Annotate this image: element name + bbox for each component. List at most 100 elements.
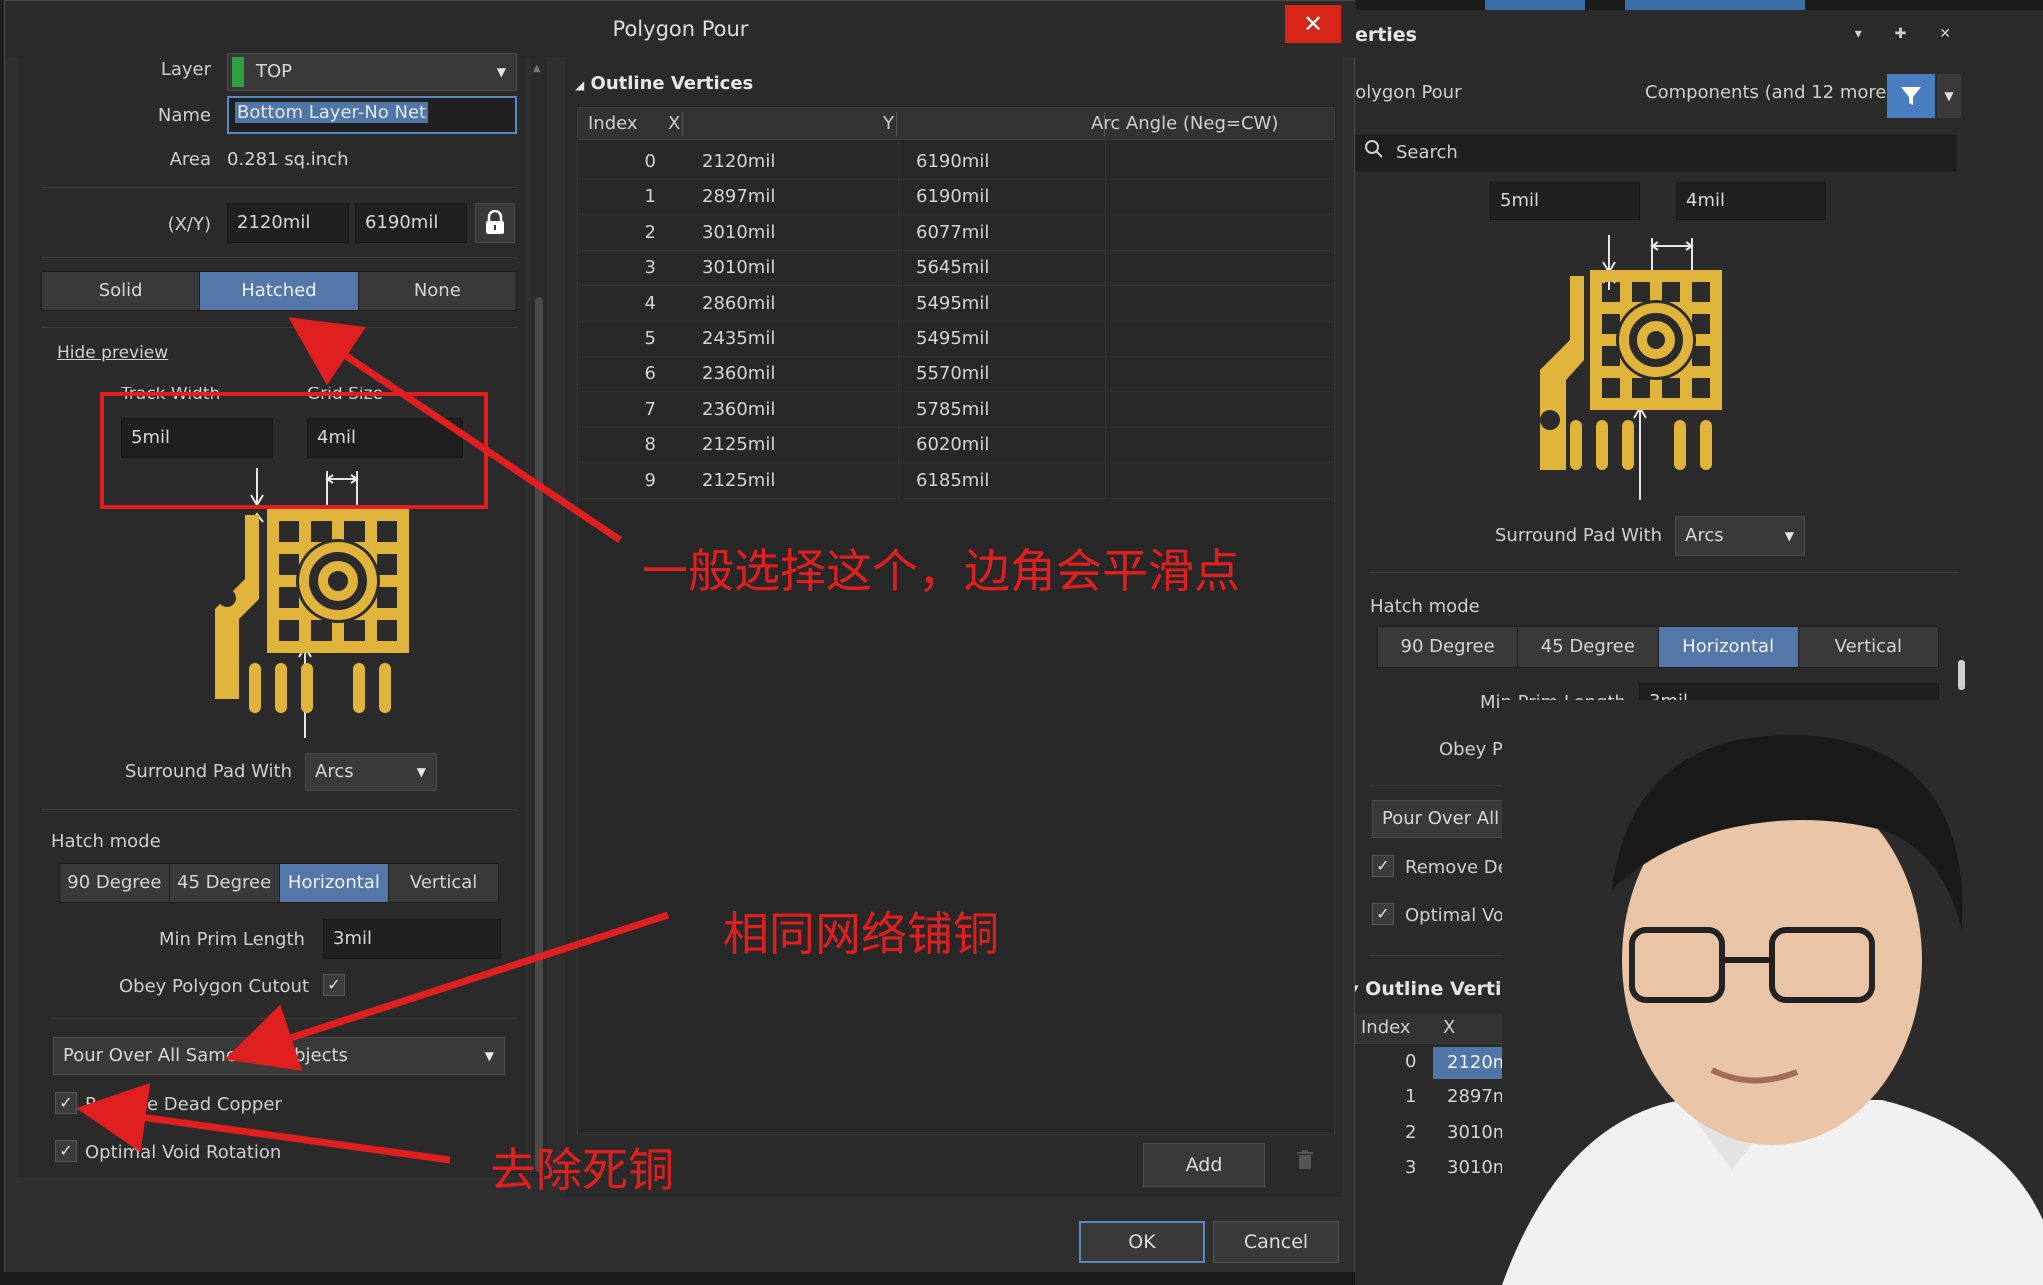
table-row[interactable]: 0 2120mil 6190mil (578, 144, 1334, 180)
layer-color-swatch (232, 57, 244, 87)
area-label: Area (169, 149, 211, 170)
cell-y: 6077mil (916, 221, 990, 243)
cancel-button[interactable]: Cancel (1213, 1221, 1339, 1263)
cell-y: 6185mil (916, 469, 990, 491)
cell-index: 4 (644, 292, 656, 314)
name-input[interactable]: Bottom Layer-No Net (227, 96, 517, 134)
hatch-mode-group: 90 Degree 45 Degree Horizontal Vertical (1377, 626, 1939, 668)
name-value: Bottom Layer-No Net (235, 102, 429, 123)
surround-label: Surround Pad With (1495, 525, 1662, 546)
cell-x: 3010mil (702, 221, 776, 243)
cell-x: 3010mil (702, 257, 776, 279)
hatch-45-degree[interactable]: 45 Degree (170, 864, 280, 902)
cell-y: 6190mil (916, 186, 990, 208)
y-input[interactable]: 6190mil (355, 203, 467, 243)
cell-y: 5570mil (916, 363, 990, 385)
fill-solid-button[interactable]: Solid (42, 272, 201, 310)
search-placeholder: Search (1396, 142, 1458, 163)
collapse-icon[interactable]: ◢ (575, 78, 584, 92)
scrollbar-thumb[interactable] (535, 297, 543, 1172)
layer-value: TOP (256, 61, 293, 82)
table-row[interactable]: 8 2125mil 6020mil (578, 427, 1334, 464)
topbar-button[interactable] (1485, 0, 1585, 10)
hatch-horizontal[interactable]: Horizontal (279, 864, 390, 902)
fill-none-button[interactable]: None (359, 272, 516, 310)
cell-x: 2360mil (702, 398, 776, 420)
add-vertex-button[interactable]: Add (1143, 1143, 1265, 1187)
ok-button[interactable]: OK (1079, 1221, 1205, 1263)
hatch-horizontal[interactable]: Horizontal (1658, 627, 1799, 667)
pour-over-value: Pour Over All Same Net Objects (63, 1045, 348, 1066)
hatch-vertical[interactable]: Vertical (1799, 627, 1938, 667)
hatch-90-degree[interactable]: 90 Degree (1378, 627, 1519, 667)
hatch-mode-label: Hatch mode (51, 831, 161, 852)
layer-dropdown[interactable]: TOP ▼ (227, 53, 517, 91)
hatch-vertical[interactable]: Vertical (389, 864, 498, 902)
divider (41, 257, 517, 258)
optimal-void-label: Optimal Void Rotation (85, 1142, 282, 1163)
cell-y: 5645mil (916, 257, 990, 279)
table-row[interactable]: 9 2125mil 6185mil (578, 463, 1334, 499)
scroll-up-icon[interactable]: ▲ (533, 63, 541, 74)
divider (51, 1018, 517, 1019)
cell-index: 7 (644, 398, 656, 420)
surround-value: Arcs (1685, 525, 1724, 546)
cell-index: 6 (644, 363, 656, 385)
optimal-void-checkbox[interactable]: ✓ (55, 1140, 77, 1162)
obey-cutout-checkbox[interactable]: ✓ (323, 974, 345, 996)
chevron-down-icon: ▼ (496, 65, 506, 79)
optimal-void-checkbox[interactable]: ✓ (1372, 903, 1394, 925)
delete-vertex-icon[interactable] (1283, 1143, 1327, 1187)
cell-x: 2897mil (702, 186, 776, 208)
topbar-button[interactable] (1625, 0, 1805, 10)
hatch-45-degree[interactable]: 45 Degree (1518, 627, 1659, 667)
surround-label: Surround Pad With (125, 761, 292, 782)
min-prim-input[interactable]: 3mil (323, 919, 501, 959)
table-row[interactable]: 5 2435mil 5495mil (578, 321, 1334, 357)
close-button[interactable]: ✕ (1285, 5, 1341, 43)
hatch-mode-label: Hatch mode (1370, 596, 1480, 617)
grid-size-input[interactable]: 4mil (1676, 182, 1826, 220)
hatch-preview-image (1540, 235, 1722, 500)
panel-controls-icon[interactable]: ▾ ✚ ✕ (1855, 26, 1965, 42)
dialog-title: Polygon Pour (5, 1, 1356, 57)
cell-y: 6190mil (916, 151, 990, 172)
remove-dead-copper-checkbox[interactable]: ✓ (1372, 855, 1394, 877)
divider (41, 327, 517, 328)
filter-dropdown-icon[interactable]: ▼ (1937, 74, 1961, 118)
hide-preview-link[interactable]: Hide preview (57, 343, 168, 363)
cell-index: 9 (644, 469, 656, 491)
chevron-down-icon: ▼ (1784, 529, 1794, 543)
hatch-90-degree[interactable]: 90 Degree (60, 864, 170, 902)
divider (1369, 572, 1959, 573)
table-row[interactable]: 3 3010mil 5645mil (578, 250, 1334, 287)
panel-scrollbar[interactable] (1955, 185, 1967, 690)
surround-dropdown[interactable]: Arcs ▼ (1675, 516, 1805, 556)
col-y: Y (883, 113, 894, 134)
pour-over-dropdown[interactable]: Pour Over All Same Net Objects ▼ (53, 1037, 505, 1075)
filter-summary: Components (and 12 more) (1645, 82, 1894, 103)
hatch-mode-group: 90 Degree 45 Degree Horizontal Vertical (59, 863, 499, 903)
divider (41, 809, 517, 810)
filter-icon[interactable] (1887, 74, 1935, 118)
lock-icon[interactable] (475, 203, 515, 243)
search-box[interactable]: Search (1355, 134, 1957, 172)
remove-dead-copper-checkbox[interactable]: ✓ (55, 1092, 77, 1114)
col-x: X (1443, 1017, 1456, 1038)
table-row[interactable]: 7 2360mil 5785mil (578, 392, 1334, 428)
table-row[interactable]: 4 2860mil 5495mil (578, 286, 1334, 322)
table-row[interactable]: 2 3010mil 6077mil (578, 215, 1334, 251)
vertices-rows: 0 2120mil 6190mil 1 2897mil 6190mil 2 3010mil 60… (578, 144, 1334, 504)
table-row[interactable]: 6 2360mil 5570mil (578, 356, 1334, 393)
x-input[interactable]: 2120mil (227, 203, 349, 243)
track-width-input[interactable]: 5mil (1490, 182, 1640, 220)
fill-hatched-button[interactable]: Hatched (200, 272, 359, 310)
surround-dropdown[interactable]: Arcs ▼ (305, 753, 437, 791)
cell-y: 5495mil (916, 328, 990, 349)
cell-index: 5 (644, 328, 656, 349)
cell-y: 5495mil (916, 292, 990, 314)
table-row[interactable]: 1 2897mil 6190mil (578, 179, 1334, 216)
annotation-hatched-note: 一般选择这个，边角会平滑点 (642, 544, 1240, 598)
annotation-pour-over-note: 相同网络铺铜 (723, 907, 999, 961)
presenter-image (1502, 700, 2043, 1285)
